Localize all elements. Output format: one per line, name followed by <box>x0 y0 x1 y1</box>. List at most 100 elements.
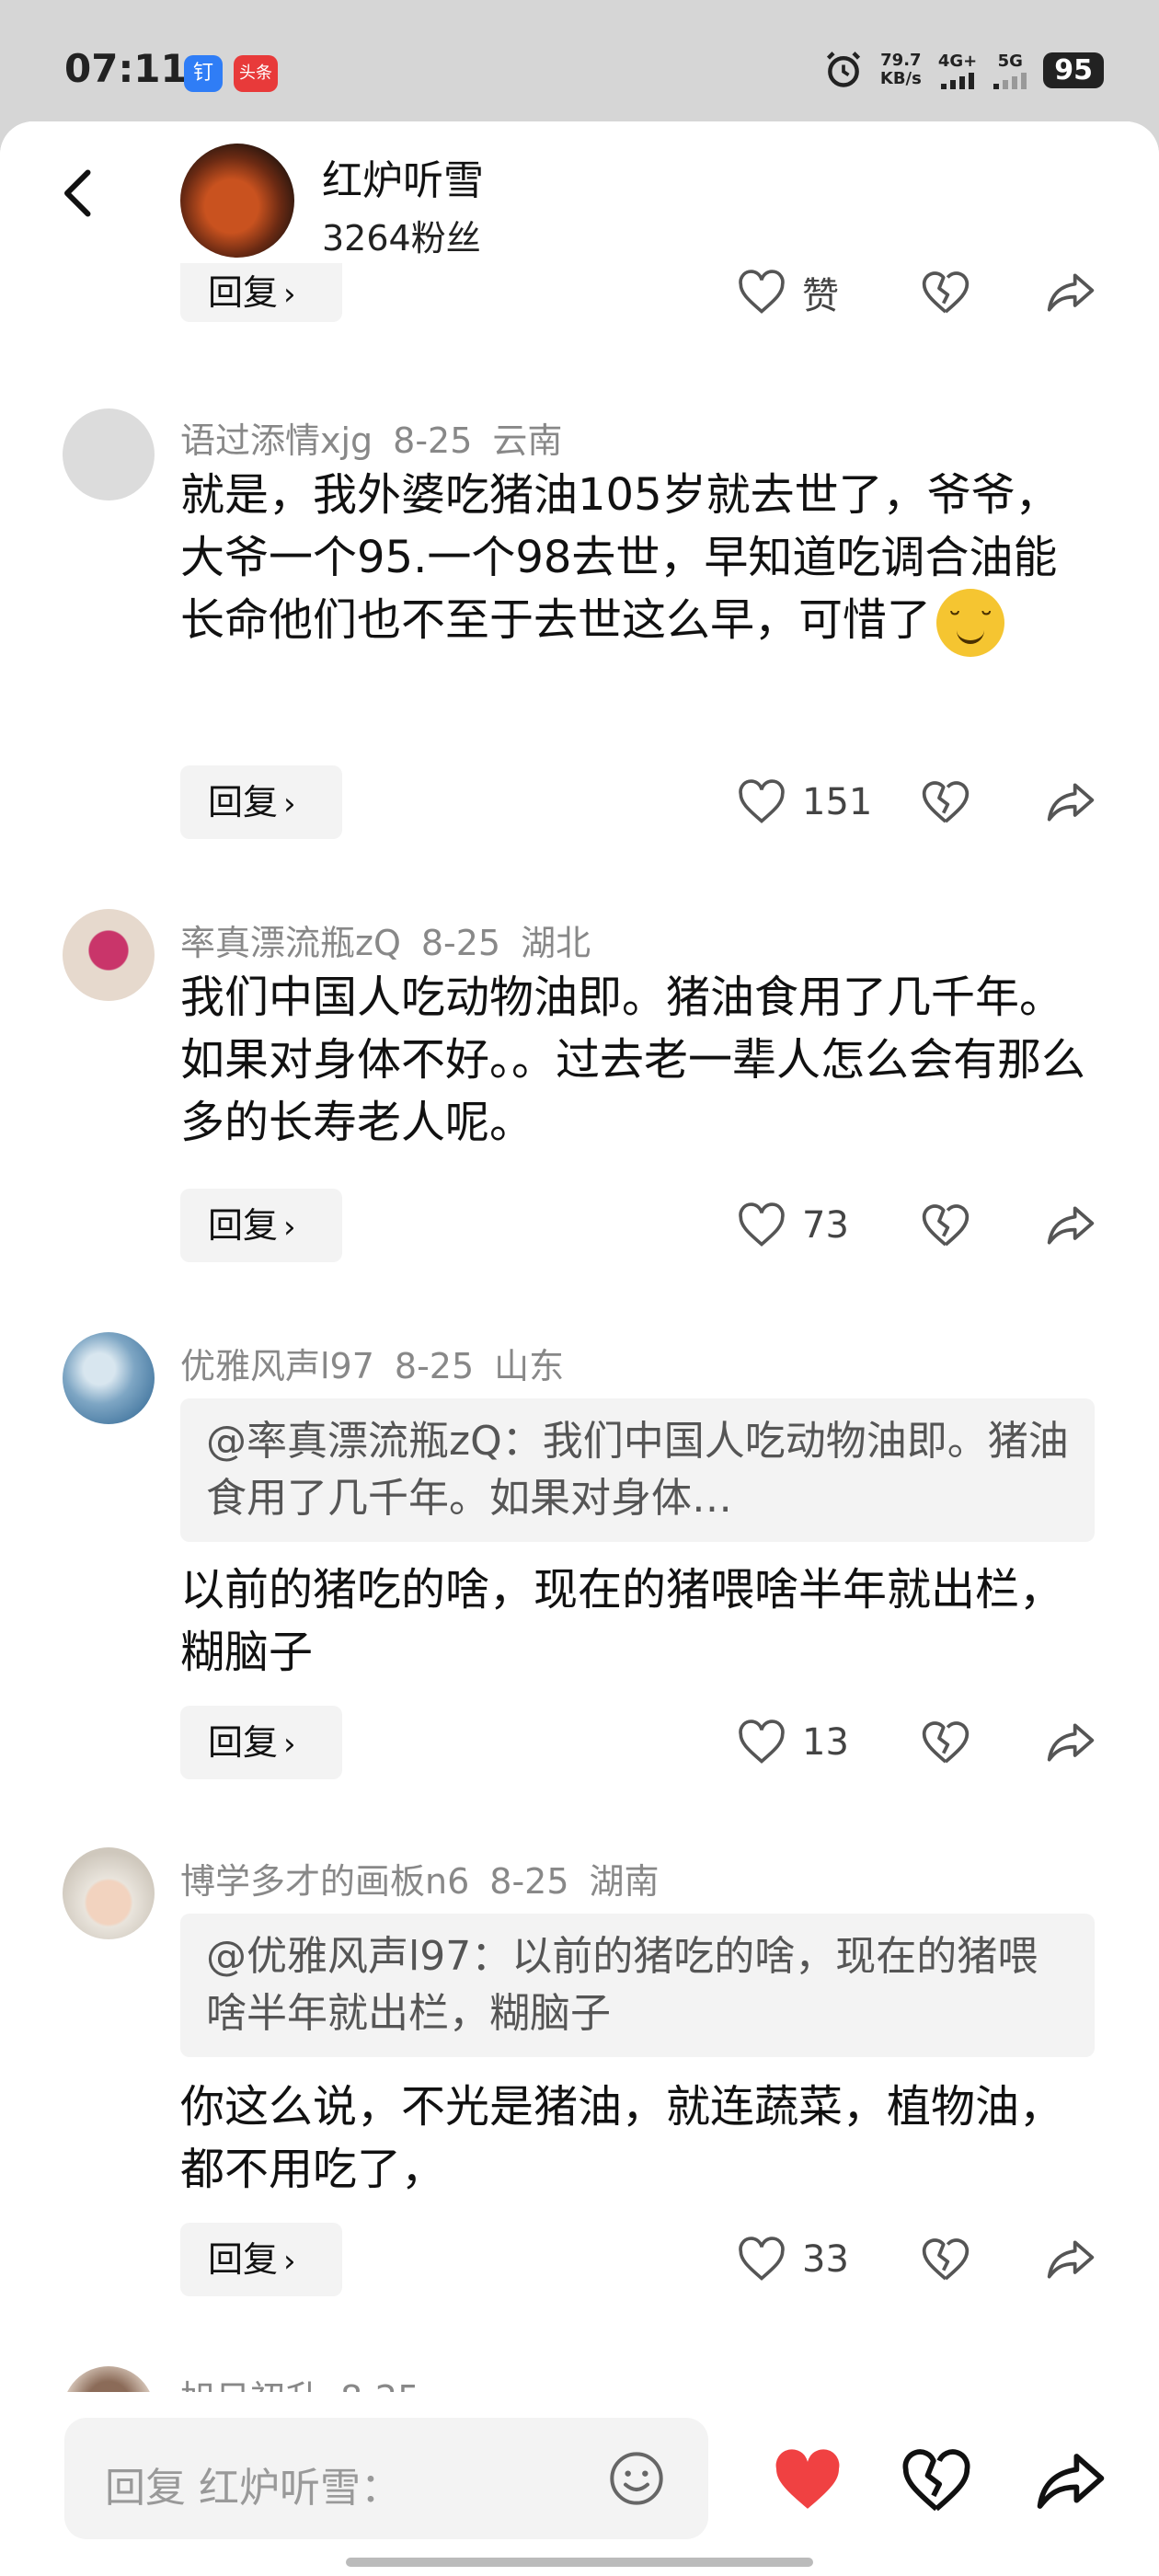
quoted-comment[interactable]: @率真漂流瓶zQ：我们中国人吃动物油即。猪油食用了几千年。如果对身体… <box>180 1398 1095 1542</box>
share-icon[interactable] <box>1045 2236 1096 2283</box>
comment-meta: 语过添情xjg 8-25 云南 <box>180 412 582 463</box>
network-speed-unit: KB/s <box>879 69 922 88</box>
like-count: 33 <box>802 2238 849 2281</box>
heart-outline-icon <box>739 2237 785 2281</box>
commenter-name[interactable]: 博学多才的画板n6 <box>180 1861 469 1902</box>
comment-text: 我们中国人吃动物油即。猪油食用了几千年。如果对身体不好。。过去老一辈人怎么会有那… <box>180 972 1086 1148</box>
reply-button-label: 回复 <box>208 272 279 313</box>
battery-indicator: 95 <box>1043 52 1104 88</box>
chevron-right-icon: › <box>283 786 296 822</box>
comment-text: 就是，我外婆吃猪油105岁就去世了，爷爷，大爷一个95.一个98去世，早知道吃调… <box>180 464 1100 657</box>
reply-button[interactable]: 回复 › <box>180 1706 342 1779</box>
reply-button-label: 回复 <box>208 782 279 822</box>
net-5g-label: 5G <box>997 51 1023 71</box>
broken-heart-icon[interactable] <box>920 2236 971 2283</box>
like-label: 赞 <box>802 275 839 317</box>
comment-text: 你这么说，不光是猪油，就连蔬菜，植物油，都不用吃了， <box>180 2081 1064 2195</box>
commenter-avatar[interactable] <box>63 408 155 500</box>
bottom-bar: 回复 红炉听雪： <box>0 2392 1159 2576</box>
emoji-icon[interactable] <box>607 2449 666 2508</box>
reply-input-placeholder: 回复 红炉听雪： <box>105 2465 401 2512</box>
broken-heart-icon[interactable] <box>920 1719 971 1766</box>
chevron-right-icon: › <box>283 2243 296 2280</box>
status-bar: 07:11 钉 头条 79.7 KB/s 4G+ 5G 95 <box>0 0 1159 138</box>
like-button[interactable]: 33 <box>736 2223 849 2296</box>
broken-heart-icon[interactable] <box>920 1202 971 1249</box>
comment-date: 8-25 <box>420 923 501 963</box>
comment-date: 8-25 <box>393 420 473 461</box>
toutiao-notification-icon: 头条 <box>234 55 278 92</box>
comment-location: 山东 <box>494 1346 565 1386</box>
comment-actions: 73 <box>736 1189 1122 1262</box>
quoted-comment[interactable]: @优雅风声l97：以前的猪吃的啥，现在的猪喂啥半年就出栏，糊脑子 <box>180 1914 1095 2057</box>
signal-5g: 5G <box>993 52 1027 89</box>
reply-button[interactable]: 回复 › <box>180 2223 342 2296</box>
sheet-header: 红炉听雪 3264粉丝 <box>0 121 1159 259</box>
commenter-name[interactable]: 语过添情xjg <box>180 420 373 461</box>
author-fans-count: 3264粉丝 <box>322 218 481 259</box>
comment-actions: 151 <box>736 765 1122 839</box>
comment-actions: 33 <box>736 2223 1122 2296</box>
alarm-icon <box>826 52 860 87</box>
home-indicator[interactable] <box>346 2558 813 2567</box>
comment-sheet: 红炉听雪 3264粉丝 回复 › 赞 语过添情xjg 8-25 云南 就是，我外婆吃猪… <box>0 121 1159 2576</box>
like-button[interactable]: 151 <box>736 765 872 839</box>
like-button[interactable]: 13 <box>736 1706 849 1779</box>
comment-date: 8-25 <box>489 1861 569 1902</box>
share-icon[interactable] <box>1045 1719 1096 1766</box>
network-speed: 79.7 KB/s <box>880 52 922 88</box>
signal-bars-icon <box>941 71 975 89</box>
comment-date: 8-25 <box>394 1346 475 1386</box>
comment-meta: 博学多才的画板n6 8-25 湖南 <box>180 1853 680 1903</box>
commenter-name[interactable]: 优雅风声l97 <box>180 1346 374 1386</box>
reply-button-label: 回复 <box>208 2239 279 2280</box>
like-count: 13 <box>802 1721 849 1764</box>
share-icon[interactable] <box>1045 1202 1096 1249</box>
commenter-name[interactable]: 率真漂流瓶zQ <box>180 923 401 963</box>
comment-text-content: 就是，我外婆吃猪油105岁就去世了，爷爷，大爷一个95.一个98去世，早知道吃调… <box>180 469 1060 646</box>
comment-location: 湖北 <box>521 923 591 963</box>
heart-filled-icon[interactable] <box>773 2449 843 2512</box>
signal-4g: 4G+ <box>938 52 977 89</box>
broken-heart-icon[interactable] <box>901 2449 971 2513</box>
commenter-avatar[interactable] <box>63 909 155 1001</box>
broken-heart-icon[interactable] <box>920 269 971 316</box>
comment-meta: 优雅风声l97 8-25 山东 <box>180 1338 584 1388</box>
comment-actions: 13 <box>736 1706 1122 1779</box>
net-4g-label: 4G+ <box>937 51 978 71</box>
like-button[interactable]: 73 <box>736 1189 849 1262</box>
chevron-right-icon: › <box>283 276 296 313</box>
share-icon[interactable] <box>1045 269 1096 316</box>
comment-location: 湖南 <box>589 1861 660 1902</box>
author-name[interactable]: 红炉听雪 <box>322 147 484 206</box>
comment-text: 以前的猪吃的啥，现在的猪喂啥半年就出栏，糊脑子 <box>180 1564 1064 1678</box>
chevron-right-icon: › <box>283 1726 296 1763</box>
reply-button[interactable]: 回复 › <box>180 765 342 839</box>
like-count: 73 <box>802 1204 849 1247</box>
author-avatar[interactable] <box>180 144 294 258</box>
comment-actions: 赞 <box>736 263 1122 322</box>
share-icon[interactable] <box>1045 778 1096 826</box>
broken-heart-icon[interactable] <box>920 778 971 826</box>
commenter-avatar[interactable] <box>63 1847 155 1939</box>
reply-button-label: 回复 <box>208 1205 279 1246</box>
comment-meta: 率真漂流瓶zQ 8-25 湖北 <box>180 914 611 965</box>
like-button[interactable]: 赞 <box>736 263 839 322</box>
status-time: 07:11 <box>64 46 188 91</box>
heart-outline-icon <box>739 1202 785 1247</box>
dingtalk-notification-icon: 钉 <box>184 55 223 92</box>
reply-button[interactable]: 回复 › <box>180 263 342 322</box>
commenter-avatar[interactable] <box>63 1332 155 1424</box>
smirk-emoji-icon <box>936 589 1005 657</box>
reply-input[interactable]: 回复 红炉听雪： <box>64 2418 708 2539</box>
network-speed-value: 79.7 <box>880 51 922 70</box>
signal-bars-icon <box>993 71 1027 89</box>
like-count: 151 <box>802 781 873 823</box>
reply-button-label: 回复 <box>208 1722 279 1763</box>
heart-outline-icon <box>739 779 785 823</box>
chevron-right-icon: › <box>283 1209 296 1246</box>
back-arrow-icon[interactable] <box>53 166 109 221</box>
reply-button[interactable]: 回复 › <box>180 1189 342 1262</box>
share-icon[interactable] <box>1034 2449 1107 2513</box>
comment-location: 云南 <box>492 420 563 461</box>
